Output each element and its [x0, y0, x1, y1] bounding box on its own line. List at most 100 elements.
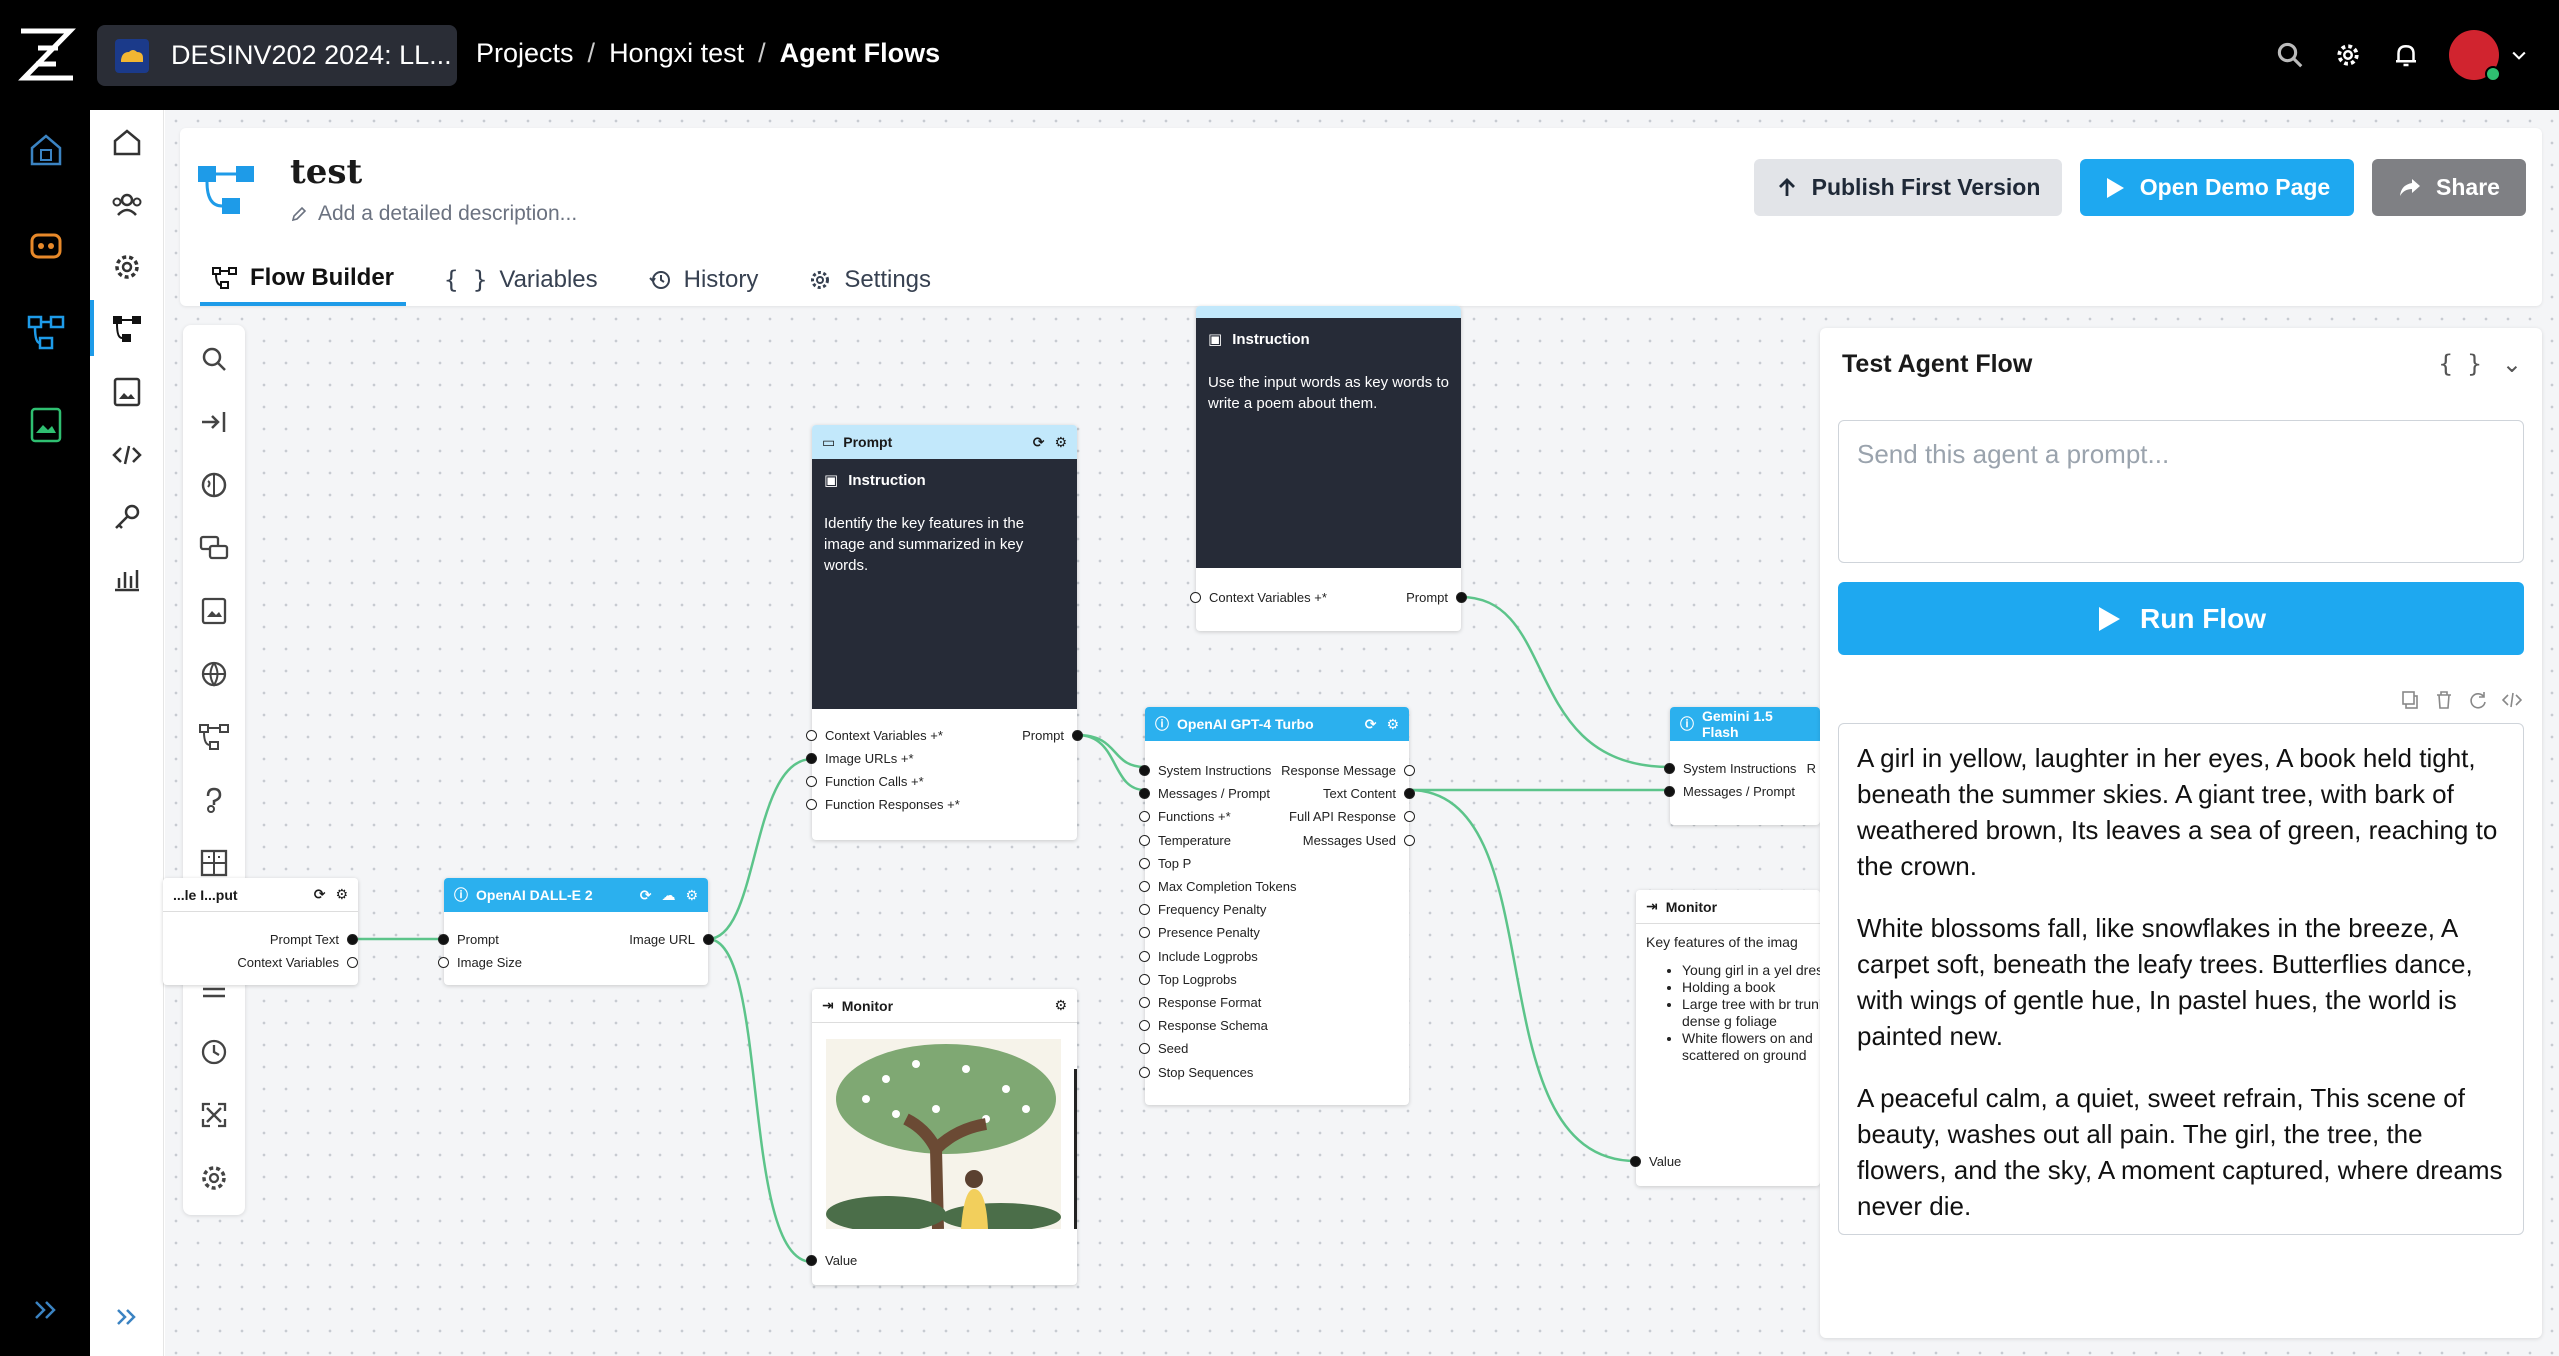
input-pin[interactable] [438, 934, 449, 945]
input-pin[interactable] [438, 957, 449, 968]
input-node-icon[interactable] [198, 406, 230, 438]
gpt4-input-port[interactable]: Temperature [1139, 833, 1231, 848]
gear-icon[interactable]: ⚙ [1386, 716, 1399, 733]
input-pin[interactable] [1139, 881, 1150, 892]
node-header[interactable]: ⇥ Monitor [1636, 890, 1820, 924]
search-icon[interactable] [198, 343, 230, 375]
output-pin[interactable] [1404, 788, 1415, 800]
output-pin[interactable] [347, 957, 358, 968]
input-pin[interactable] [806, 776, 817, 787]
refresh-icon[interactable]: ⟳ [640, 887, 652, 904]
tab-settings[interactable]: Settings [796, 254, 943, 306]
port-system-instructions[interactable]: System Instructions [1664, 761, 1796, 776]
avatar[interactable] [2449, 30, 2501, 82]
code-icon[interactable] [2502, 690, 2522, 710]
breadcrumb-projects[interactable]: Projects [476, 38, 574, 69]
gear-icon[interactable]: ⚙ [685, 887, 698, 904]
refresh-icon[interactable]: ⟳ [1365, 716, 1377, 733]
input-pin[interactable] [1139, 1020, 1150, 1032]
braces-icon[interactable]: { } [2439, 350, 2482, 379]
input-pin[interactable] [1139, 834, 1150, 846]
run-flow-button[interactable]: Run Flow [1838, 582, 2524, 655]
gemini-node[interactable]: ⓘ Gemini 1.5 Flash System Instructions M… [1664, 707, 1820, 825]
node-header[interactable]: ⇥ Monitor ⚙ [812, 989, 1077, 1023]
output-pin[interactable] [1404, 834, 1415, 846]
output-pin[interactable] [1456, 592, 1467, 603]
key-icon[interactable] [110, 500, 144, 534]
input-pin[interactable] [1139, 788, 1150, 800]
port-prompt[interactable]: Prompt [438, 932, 499, 947]
input-pin[interactable] [1139, 1066, 1150, 1078]
input-pin[interactable] [1630, 1156, 1641, 1167]
gpt4-input-port[interactable]: Response Format [1139, 995, 1261, 1010]
node-header[interactable]: ▭ Prompt ⟳ ⚙ [812, 425, 1077, 459]
info-icon[interactable]: ⓘ [454, 885, 468, 905]
port-prompt-out[interactable]: Prompt [1406, 590, 1467, 605]
clock-icon[interactable] [198, 1036, 230, 1068]
port-value[interactable]: Value [806, 1253, 857, 1268]
port-prompt-out[interactable]: Prompt [1022, 728, 1083, 743]
app-logo-icon[interactable] [18, 26, 76, 84]
grid-icon[interactable] [198, 847, 230, 879]
port-image-urls[interactable]: Image URLs +* [806, 751, 914, 766]
gpt4-input-port[interactable]: Frequency Penalty [1139, 902, 1266, 917]
subflow-icon[interactable] [198, 721, 230, 753]
gpt4-node[interactable]: ⓘ OpenAI GPT-4 Turbo ⟳ ⚙ System Instructi… [1139, 707, 1415, 1105]
robot-icon[interactable] [26, 225, 66, 265]
refresh-icon[interactable] [2468, 690, 2488, 710]
instruction-block[interactable]: ▣ Instruction Use the input words as key … [1196, 318, 1461, 568]
node-header[interactable]: ...le I...put ⟳ ⚙ [163, 878, 358, 912]
fit-view-icon[interactable] [198, 1099, 230, 1131]
input-pin[interactable] [1664, 786, 1675, 797]
description-field[interactable]: Add a detailed description... [290, 202, 577, 226]
dalle-node[interactable]: ⓘ OpenAI DALL-E 2 ⟳ ☁ ⚙ Prompt Image Size … [438, 878, 714, 985]
info-icon[interactable]: ⓘ [1155, 714, 1169, 734]
tab-variables[interactable]: { } Variables [432, 254, 610, 306]
gpt4-output-port[interactable]: Response Message [1281, 763, 1415, 778]
input-pin[interactable] [1139, 904, 1150, 916]
input-pin[interactable] [806, 1255, 817, 1266]
port-value[interactable]: Value [1630, 1154, 1681, 1169]
gpt4-output-port[interactable]: Text Content [1323, 786, 1415, 801]
input-pin[interactable] [806, 799, 817, 810]
scrollbar[interactable] [1074, 1069, 1077, 1229]
input-pin[interactable] [1139, 950, 1150, 962]
gpt4-input-port[interactable]: Presence Penalty [1139, 925, 1260, 940]
gpt4-input-port[interactable]: Top Logprobs [1139, 972, 1237, 987]
gpt4-input-port[interactable]: Functions +* [1139, 809, 1231, 824]
gpt4-input-port[interactable]: Seed [1139, 1041, 1188, 1056]
project-selector[interactable]: DESINV202 2024: LL... [97, 25, 457, 86]
gpt4-output-port[interactable]: Messages Used [1303, 833, 1415, 848]
home-icon[interactable] [110, 125, 144, 159]
output-pin[interactable] [1404, 811, 1415, 823]
input-pin[interactable] [1139, 997, 1150, 1008]
breadcrumb-project[interactable]: Hongxi test [609, 38, 744, 69]
tab-flow-builder[interactable]: Flow Builder [200, 254, 406, 306]
port-function-calls[interactable]: Function Calls +* [806, 774, 924, 789]
monitor-node-2[interactable]: ⇥ Monitor Key features of the imag Young… [1630, 890, 1820, 1186]
input-pin[interactable] [1139, 857, 1150, 869]
gear-icon[interactable] [198, 1162, 230, 1194]
input-pin[interactable] [1190, 592, 1201, 603]
brain-icon[interactable] [198, 469, 230, 501]
input-pin[interactable] [806, 730, 817, 741]
input-pin[interactable] [1139, 1043, 1150, 1055]
node-header[interactable]: ⓘ Gemini 1.5 Flash [1670, 707, 1820, 741]
publish-button[interactable]: Publish First Version [1754, 159, 2062, 216]
port-context-variables[interactable]: Context Variables +* [806, 728, 943, 743]
input-pin[interactable] [1139, 927, 1150, 939]
output-pin[interactable] [1404, 765, 1415, 776]
chat-icon[interactable] [198, 532, 230, 564]
agent-flows-icon[interactable] [110, 312, 144, 346]
node-header[interactable]: ⓘ OpenAI DALL-E 2 ⟳ ☁ ⚙ [444, 878, 708, 912]
port-function-responses[interactable]: Function Responses +* [806, 797, 960, 812]
gpt4-input-port[interactable]: Response Schema [1139, 1018, 1268, 1033]
port-messages-prompt[interactable]: Messages / Prompt [1664, 784, 1795, 799]
port-image-url[interactable]: Image URL [629, 932, 714, 947]
tab-history[interactable]: History [636, 254, 771, 306]
gear-icon[interactable]: ⚙ [1054, 997, 1067, 1014]
gpt4-input-port[interactable]: Include Logprobs [1139, 949, 1258, 964]
node-header[interactable] [1196, 306, 1461, 318]
port-image-size[interactable]: Image Size [438, 955, 522, 970]
bell-icon[interactable] [2391, 40, 2421, 70]
